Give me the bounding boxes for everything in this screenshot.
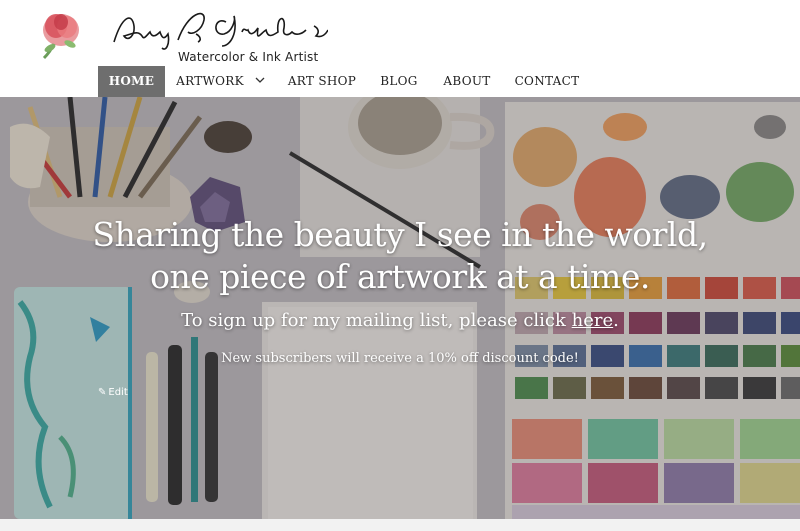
hero-heading-line1: Sharing the beauty I see in the world, (92, 215, 708, 254)
nav-item-home[interactable]: HOME (98, 66, 165, 97)
mailing-list-text: To sign up for my mailing list, please c… (181, 310, 572, 331)
page-bottom-strip (0, 519, 800, 531)
mailing-list-prompt: To sign up for my mailing list, please c… (0, 310, 800, 331)
site-tagline: Watercolor & Ink Artist (178, 50, 319, 64)
nav-item-about[interactable]: ABOUT (438, 66, 496, 97)
nav-item-blog[interactable]: BLOG (374, 66, 424, 97)
edit-label: Edit (108, 387, 128, 398)
nav-item-contact[interactable]: CONTACT (510, 66, 584, 97)
rose-logo-icon[interactable] (30, 4, 92, 64)
hero-heading-line2: one piece of artwork at a time. (150, 257, 650, 296)
mailing-list-link[interactable]: here (572, 310, 614, 331)
nav-item-artwork[interactable]: ARTWORK (170, 66, 250, 97)
main-nav: HOME ARTWORK ART SHOP BLOG ABOUT CONTACT (0, 66, 800, 97)
chevron-down-icon[interactable] (255, 75, 265, 85)
nav-item-art-shop[interactable]: ART SHOP (284, 66, 360, 97)
signature-logo[interactable] (108, 6, 328, 52)
edit-link[interactable]: ✎ Edit (98, 387, 128, 398)
hero-banner: Sharing the beauty I see in the world, o… (0, 97, 800, 519)
mailing-list-period: . (613, 310, 619, 331)
discount-note: New subscribers will receive a 10% off d… (221, 351, 579, 366)
site-header: Watercolor & Ink Artist (0, 0, 800, 66)
pencil-icon: ✎ (98, 387, 107, 398)
